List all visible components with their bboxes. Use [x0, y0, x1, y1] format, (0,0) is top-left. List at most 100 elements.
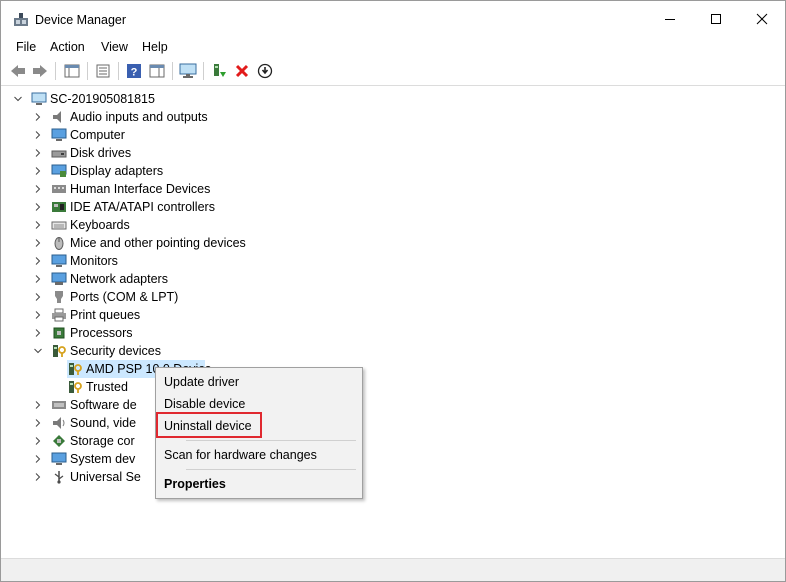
chevron-right-icon[interactable]: [33, 256, 43, 266]
tree-item-audio[interactable]: Audio inputs and outputs: [33, 108, 208, 126]
chevron-right-icon[interactable]: [33, 400, 43, 410]
tree-item-display-adapters[interactable]: Display adapters: [33, 162, 163, 180]
chevron-right-icon[interactable]: [33, 310, 43, 320]
minimize-icon: [665, 19, 675, 20]
context-update-driver[interactable]: Update driver: [164, 375, 239, 389]
menu-action[interactable]: Action: [48, 39, 87, 55]
chevron-down-icon[interactable]: [13, 94, 23, 104]
toolbar-separator: [87, 62, 88, 80]
forward-button[interactable]: [30, 61, 50, 81]
chevron-right-icon[interactable]: [33, 436, 43, 446]
back-button[interactable]: [8, 61, 28, 81]
tree-item-processors[interactable]: Processors: [33, 324, 133, 342]
show-hide-console-tree-icon: [64, 64, 80, 78]
chevron-right-icon[interactable]: [33, 220, 43, 230]
tree-item-sound[interactable]: Sound, vide: [33, 414, 136, 432]
help-icon: ?: [127, 64, 141, 79]
chevron-right-icon[interactable]: [33, 166, 43, 176]
tree-item-keyboards[interactable]: Keyboards: [33, 216, 130, 234]
context-scan-hardware[interactable]: Scan for hardware changes: [164, 448, 317, 462]
close-icon: [756, 13, 768, 25]
chevron-right-icon[interactable]: [33, 454, 43, 464]
chevron-right-icon[interactable]: [33, 292, 43, 302]
help-button[interactable]: ?: [124, 61, 144, 81]
tree-item-network-adapters[interactable]: Network adapters: [33, 270, 168, 288]
context-properties[interactable]: Properties: [164, 477, 226, 491]
disk-drive-icon: [51, 146, 67, 160]
tree-item-computer[interactable]: Computer: [33, 126, 125, 144]
scan-hardware-icon: [179, 63, 197, 78]
keyboard-icon: [51, 218, 67, 232]
context-separator: [186, 469, 356, 470]
tree-item-label: Audio inputs and outputs: [70, 110, 208, 124]
tree-item-security-devices[interactable]: Security devices: [33, 342, 161, 360]
toolbar-separator: [55, 62, 56, 80]
tree-item-label: Universal Se: [70, 470, 141, 484]
tree-item-label: Sound, vide: [70, 416, 137, 430]
tree-item-software-devices[interactable]: Software de: [33, 396, 137, 414]
chevron-down-icon[interactable]: [33, 346, 43, 356]
chevron-right-icon[interactable]: [33, 184, 43, 194]
tree-item-label: IDE ATA/ATAPI controllers: [70, 200, 215, 214]
context-uninstall-device[interactable]: Uninstall device: [164, 419, 252, 433]
maximize-icon: [711, 14, 721, 24]
chevron-right-icon[interactable]: [33, 238, 43, 248]
tree-item-monitors[interactable]: Monitors: [33, 252, 118, 270]
tree-item-label: Human Interface Devices: [70, 182, 211, 196]
tree-item-usb[interactable]: Universal Se: [33, 468, 141, 486]
scan-hardware-button[interactable]: [178, 61, 198, 81]
menu-bar: File Action View Help: [1, 37, 785, 57]
menu-view[interactable]: View: [99, 39, 130, 55]
chevron-right-icon[interactable]: [33, 112, 43, 122]
device-manager-window: Device Manager File Action View Help ? S…: [0, 0, 786, 582]
action-pane-button[interactable]: [147, 61, 167, 81]
monitor-icon: [51, 254, 67, 268]
maximize-button[interactable]: [693, 1, 739, 37]
hid-icon: [51, 182, 67, 196]
display-adapter-icon: [51, 164, 67, 178]
chevron-right-icon[interactable]: [33, 130, 43, 140]
network-adapter-icon: [51, 272, 67, 286]
show-hide-console-tree-button[interactable]: [62, 61, 82, 81]
properties-button[interactable]: [93, 61, 113, 81]
tree-item-disk-drives[interactable]: Disk drives: [33, 144, 131, 162]
uninstall-button[interactable]: [232, 61, 252, 81]
security-device-icon: [67, 362, 83, 376]
tree-item-label: Ports (COM & LPT): [70, 290, 179, 304]
tree-item-mice[interactable]: Mice and other pointing devices: [33, 234, 246, 252]
tree-item-ports[interactable]: Ports (COM & LPT): [33, 288, 178, 306]
tree-root[interactable]: SC-201905081815: [13, 90, 155, 108]
tree-item-label: Display adapters: [70, 164, 164, 178]
tree-item-label: Trusted: [86, 380, 128, 394]
download-button[interactable]: [255, 61, 275, 81]
tree-item-print-queues[interactable]: Print queues: [33, 306, 140, 324]
minimize-button[interactable]: [647, 1, 693, 37]
toolbar: ?: [1, 58, 785, 86]
chevron-right-icon[interactable]: [33, 418, 43, 428]
tree-item-label: System dev: [70, 452, 136, 466]
tree-item-system-devices[interactable]: System dev: [33, 450, 135, 468]
device-tree: SC-201905081815 Audio inputs and outputs…: [1, 86, 785, 556]
chevron-right-icon[interactable]: [33, 274, 43, 284]
uninstall-icon: [235, 64, 249, 78]
monitor-icon: [51, 128, 67, 142]
chevron-right-icon[interactable]: [33, 472, 43, 482]
processor-icon: [51, 326, 67, 340]
chevron-right-icon[interactable]: [33, 202, 43, 212]
tree-item-hid[interactable]: Human Interface Devices: [33, 180, 210, 198]
menu-file[interactable]: File: [14, 39, 38, 55]
tree-item-storage-controllers[interactable]: Storage cor: [33, 432, 135, 450]
tree-item-ide[interactable]: IDE ATA/ATAPI controllers: [33, 198, 215, 216]
system-device-icon: [51, 452, 67, 466]
tree-item-label: Computer: [70, 128, 125, 142]
update-driver-button[interactable]: [209, 61, 229, 81]
tree-item-trusted[interactable]: Trusted: [67, 378, 128, 396]
chevron-right-icon[interactable]: [33, 148, 43, 158]
context-disable-device[interactable]: Disable device: [164, 397, 245, 411]
close-button[interactable]: [739, 1, 785, 37]
chevron-right-icon[interactable]: [33, 328, 43, 338]
tree-item-label: Keyboards: [70, 218, 130, 232]
menu-help[interactable]: Help: [140, 39, 170, 55]
properties-icon: [96, 64, 110, 78]
speaker-icon: [51, 110, 67, 124]
